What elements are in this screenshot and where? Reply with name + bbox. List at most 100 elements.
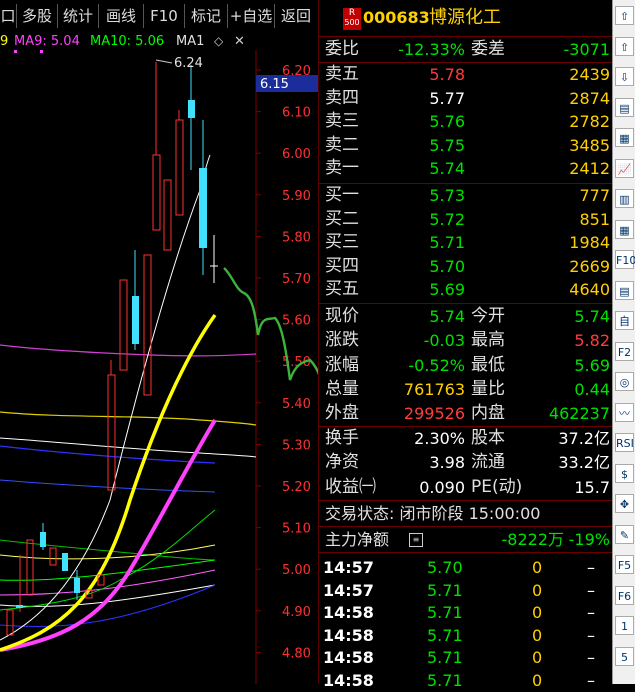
bids-row[interactable]: 买三 5.71 1984 [319,231,612,254]
wave-icon[interactable]: 〰 [615,402,634,422]
toolbar-mark-button[interactable]: 标记 [185,4,228,28]
doc-icon[interactable]: ▤ [615,280,634,300]
toolbar-stats-button[interactable]: 统计 [58,4,99,28]
tick-time: 14:57 [323,580,374,600]
toolbar-add-watchlist-button[interactable]: +自选 [228,4,275,28]
yaxis-tick-label: 5.80 [282,230,311,245]
yaxis-tick-label: 4.80 [282,646,311,661]
f5-icon[interactable]: F5 [615,555,634,574]
asks-row[interactable]: 卖三 5.76 2782 [319,110,612,133]
stats2-value: 37.2亿 [558,429,610,448]
stats-row: 涨幅 -0.52% 最低 5.69 [319,354,612,377]
asks-price: 5.74 [429,159,465,178]
tick-price: 5.71 [427,671,463,690]
tick-price: 5.71 [427,580,463,600]
stats-value: 5.69 [574,355,610,375]
margin-badge-icon: R 500 [343,8,361,30]
up-icon[interactable]: ⇧ [615,36,634,56]
bids-price: 5.70 [429,256,465,276]
five-icon[interactable]: 5 [615,646,634,666]
asks-label: 卖五 [325,64,359,84]
tick-flag: – [587,625,595,645]
stats-label: 涨幅 [325,354,359,375]
bids-row[interactable]: 买一 5.73 777 [319,184,612,207]
circle-icon[interactable]: ◎ [615,372,634,391]
stats2-value: 3.98 [429,453,465,473]
tick-flag: – [587,558,595,577]
toolbar-draw-line-button[interactable]: 画线 [99,4,144,28]
asks-row[interactable]: 卖四 5.77 2874 [319,87,612,110]
candle-icon[interactable]: ▥ [615,189,634,208]
tick-row: 14:58 5.71 0 – [319,669,612,692]
table-icon[interactable]: ▦ [615,219,634,239]
dollar-icon[interactable]: $ [615,463,634,483]
toolbar-f10-button[interactable]: F10 [144,4,185,28]
stats-value: 299526 [403,404,465,424]
asks-row[interactable]: 卖二 5.75 3485 [319,134,612,157]
self-icon[interactable]: 自 [615,311,634,330]
ma-partial: 9 [0,34,9,49]
candle [107,374,116,491]
asks-volume: 2874 [569,88,610,108]
stats-label: 今开 [471,306,505,326]
kline-chart[interactable]: 6.206.106.005.905.805.705.605.505.405.30… [0,50,318,684]
bids-price: 5.72 [429,209,465,229]
tick-row: 14:57 5.70 0 – [319,556,612,579]
peak-price-label: 6.24 [174,56,203,71]
asks-row[interactable]: 卖一 5.74 2412 [319,157,612,180]
tick-row: 14:57 5.71 0 – [319,579,612,602]
bids-label: 买五 [325,279,359,299]
rsi-icon[interactable]: RSI [615,433,634,452]
tick-price: 5.71 [427,648,463,668]
asks-label: 卖四 [325,87,359,108]
yaxis-tick-label: 5.00 [282,563,311,578]
toolbar-window-button[interactable]: 口 [0,4,17,28]
yaxis-tick-label: 5.20 [282,480,311,495]
close-icon[interactable]: ✕ [234,34,245,49]
stats-value: 5.82 [574,331,610,351]
stats-value: 761763 [403,379,465,399]
candle [49,547,57,566]
f10-icon[interactable]: F10 [615,250,635,269]
toolbar-multi-stock-button[interactable]: 多股 [17,4,58,28]
peak-pointer [155,59,173,64]
tick-volume: 0 [532,625,543,645]
candle [16,605,23,608]
stats-label: 涨跌 [325,330,359,351]
list-icon[interactable]: ▤ [615,97,634,117]
f6-icon[interactable]: F6 [615,585,634,605]
asks-volume: 2439 [569,65,610,84]
trade-status-row: 交易状态: 闭市阶段 15:00:00 [319,502,612,525]
pen-icon[interactable]: ✎ [615,524,634,544]
ma-line-white-fast [0,154,211,641]
candle [152,154,161,231]
f2-icon[interactable]: F2 [615,341,634,361]
toolbar-back-button[interactable]: 返回 [275,4,317,28]
stock-name: 博源化工 [429,7,501,28]
bids-label: 买二 [325,208,359,229]
chart-icon[interactable]: 📈 [615,158,634,178]
stock-header: R 500 000683 博源化工 [319,6,612,34]
yaxis-tick-label: 6.00 [282,147,311,162]
diamond-icon[interactable]: ◇ [214,34,223,48]
quote-panel: R 500 000683 博源化工 委比 -12.33% 委差 -3071 卖五… [318,0,612,690]
grid-icon[interactable]: ▦ [615,128,634,147]
trade-status: 交易状态: 闭市阶段 15:00:00 [325,504,541,523]
down-icon[interactable]: ⇩ [615,67,634,86]
tick-time: 14:58 [323,671,374,690]
bids-row[interactable]: 买四 5.70 2669 [319,255,612,278]
bids-row[interactable]: 买五 5.69 4640 [319,278,612,301]
tick-row: 14:58 5.71 0 – [319,601,612,624]
asks-volume: 2782 [569,112,610,131]
asks-row[interactable]: 卖五 5.78 2439 [319,63,612,86]
bids-row[interactable]: 买二 5.72 851 [319,208,612,231]
one-icon[interactable]: 1 [615,616,634,635]
stats2-row: 换手 2.30% 股本 37.2亿 [319,427,612,450]
menu-icon[interactable]: ≡ [409,533,423,547]
stats-value: -0.03 [423,331,465,351]
yaxis-tick-label: 5.40 [282,397,311,412]
move-icon[interactable]: ✥ [615,494,634,513]
bids-label: 买一 [325,185,359,205]
up-arrow-icon[interactable]: ⇧ [615,6,634,25]
asks-label: 卖三 [325,111,359,131]
